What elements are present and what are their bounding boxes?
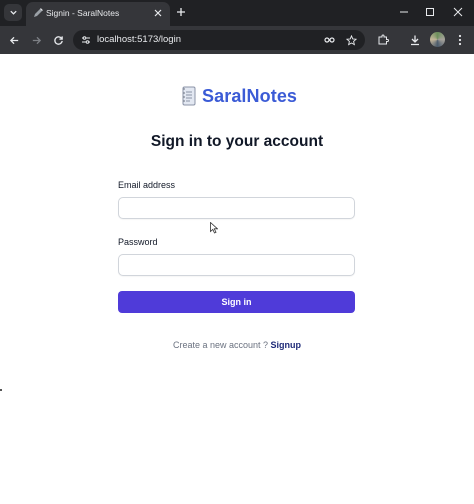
tab-search-button[interactable] xyxy=(4,4,22,21)
login-page: SaralNotes Sign in to your account Email… xyxy=(0,54,474,504)
download-icon xyxy=(411,35,419,46)
tab-close-button[interactable] xyxy=(152,7,164,19)
password-key-button[interactable] xyxy=(323,33,337,47)
chevron-down-icon xyxy=(9,10,17,15)
close-icon xyxy=(453,7,463,17)
password-label: Password xyxy=(118,237,158,247)
site-info-button[interactable] xyxy=(79,33,93,47)
password-field[interactable] xyxy=(118,254,355,276)
tab-title: Signin - SaralNotes xyxy=(46,8,120,18)
back-button[interactable] xyxy=(6,32,22,48)
brand-name: SaralNotes xyxy=(202,85,298,106)
reload-button[interactable] xyxy=(50,32,66,48)
close-icon xyxy=(154,9,162,17)
address-bar[interactable]: localhost:5173/login xyxy=(73,30,365,50)
notebook-logo-icon xyxy=(182,86,196,106)
pen-favicon-icon xyxy=(34,8,43,17)
browser-toolbar: localhost:5173/login xyxy=(0,26,474,54)
minimize-icon xyxy=(400,11,408,13)
browser-tab[interactable]: Signin - SaralNotes xyxy=(26,2,170,26)
page-title: Sign in to your account xyxy=(150,133,324,150)
new-tab-button[interactable] xyxy=(174,5,188,19)
signup-link[interactable]: Signup xyxy=(271,340,302,350)
downloads-button[interactable] xyxy=(407,32,423,48)
arrow-right-icon xyxy=(32,36,41,44)
signup-prompt-text: Create a new account ? xyxy=(172,340,271,350)
key-icon xyxy=(324,37,335,43)
arrow-left-icon xyxy=(9,36,18,44)
browser-tab-strip: Signin - SaralNotes xyxy=(0,0,474,26)
sign-in-button[interactable]: Sign in xyxy=(118,291,355,313)
star-icon xyxy=(345,34,357,46)
plus-icon xyxy=(177,8,185,16)
minimize-button[interactable] xyxy=(397,5,411,19)
maximize-icon xyxy=(426,8,434,16)
extensions-button[interactable] xyxy=(375,32,391,48)
puzzle-icon xyxy=(378,34,389,45)
profile-avatar[interactable] xyxy=(430,32,445,47)
url-text: localhost:5173/login xyxy=(97,34,181,45)
edge-artifact xyxy=(0,389,2,391)
email-label: Email address xyxy=(118,180,176,190)
signup-prompt: Create a new account ? Signup xyxy=(0,340,474,350)
forward-button[interactable] xyxy=(28,32,44,48)
brand: SaralNotes xyxy=(181,85,297,107)
reload-icon xyxy=(53,35,63,45)
browser-menu-button[interactable] xyxy=(452,32,468,48)
bookmark-button[interactable] xyxy=(344,33,358,47)
tune-icon xyxy=(82,36,90,44)
more-vertical-icon xyxy=(458,34,462,46)
mouse-cursor-icon xyxy=(210,222,218,234)
window-close-button[interactable] xyxy=(451,5,465,19)
maximize-button[interactable] xyxy=(423,5,437,19)
email-field[interactable] xyxy=(118,197,355,219)
